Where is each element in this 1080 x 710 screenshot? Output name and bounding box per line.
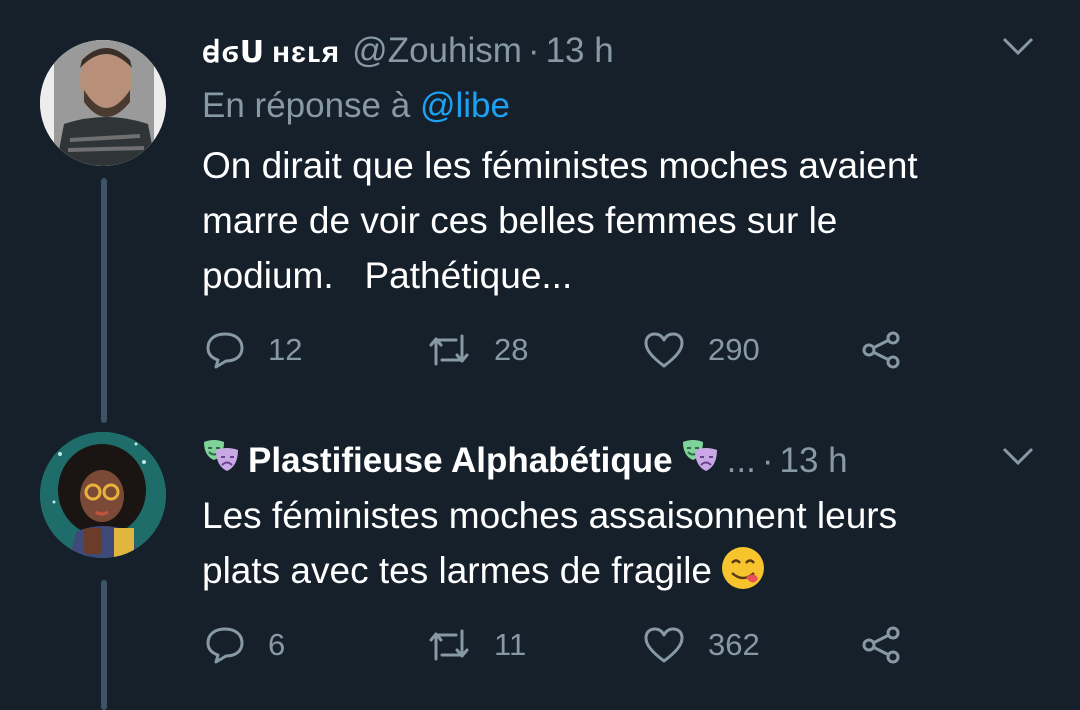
separator: · bbox=[527, 31, 540, 70]
like-count: 362 bbox=[708, 627, 760, 662]
avatar[interactable] bbox=[40, 432, 166, 558]
heart-icon bbox=[644, 627, 684, 663]
display-name[interactable]: Plastifieuse Alphabétique bbox=[248, 441, 673, 481]
avatar-photo bbox=[40, 40, 166, 166]
tweet-1[interactable]: ꟈϭՍ ʜɛʟя @Zouhism · 13 h En réponse à @l… bbox=[0, 0, 1080, 423]
display-name[interactable]: ꟈϭՍ ʜɛʟя bbox=[202, 30, 340, 71]
share-icon bbox=[862, 626, 900, 664]
tweet-2[interactable]: Plastifieuse Alphabétique ... · 13 h Les… bbox=[0, 410, 1080, 710]
tweet-text-content: Les féministes moches assaisonnent leurs… bbox=[202, 495, 898, 591]
avatar-illustration bbox=[40, 432, 166, 558]
chevron-down-icon[interactable] bbox=[1000, 444, 1036, 468]
like-button[interactable]: 362 bbox=[642, 625, 760, 665]
reply-button[interactable]: 12 bbox=[204, 330, 302, 370]
tweet-text: Les féministes moches assaisonnent leurs… bbox=[202, 488, 1042, 598]
retweet-button[interactable]: 11 bbox=[426, 625, 526, 665]
retweet-count: 11 bbox=[494, 627, 527, 662]
tweet-header: Plastifieuse Alphabétique ... · 13 h bbox=[202, 438, 848, 481]
retweet-button[interactable]: 28 bbox=[426, 330, 528, 370]
share-button[interactable] bbox=[860, 625, 904, 665]
share-button[interactable] bbox=[860, 330, 904, 370]
reply-icon bbox=[206, 332, 244, 369]
tweet-actions: 12 28 290 bbox=[204, 330, 924, 370]
tweet-actions: 6 11 362 bbox=[204, 625, 924, 665]
reply-count: 6 bbox=[268, 627, 286, 662]
separator: · bbox=[761, 441, 774, 480]
heart-icon bbox=[644, 332, 684, 368]
reply-mention-link[interactable]: @libe bbox=[420, 86, 510, 125]
thread-line bbox=[101, 580, 107, 710]
retweet-icon bbox=[429, 629, 469, 661]
timestamp[interactable]: 13 h bbox=[546, 31, 614, 71]
handle-truncated[interactable]: ... bbox=[727, 441, 756, 481]
avatar[interactable] bbox=[40, 40, 166, 166]
reply-prefix: En réponse à bbox=[202, 86, 411, 125]
reply-button[interactable]: 6 bbox=[204, 625, 285, 665]
tweet-header: ꟈϭՍ ʜɛʟя @Zouhism · 13 h bbox=[202, 30, 614, 70]
reply-count: 12 bbox=[268, 332, 303, 367]
like-count: 290 bbox=[708, 332, 760, 367]
share-icon bbox=[862, 331, 900, 369]
reply-context: En réponse à @libe bbox=[202, 86, 510, 126]
like-button[interactable]: 290 bbox=[642, 330, 760, 370]
performing-arts-emoji bbox=[204, 440, 238, 471]
tweet-text: On dirait que les féministes moches avai… bbox=[202, 145, 918, 296]
handle[interactable]: @Zouhism bbox=[352, 31, 522, 71]
retweet-count: 28 bbox=[494, 332, 529, 367]
reply-icon bbox=[206, 627, 244, 664]
chevron-down-icon[interactable] bbox=[1000, 34, 1036, 58]
retweet-icon bbox=[429, 334, 469, 366]
thread-line bbox=[101, 178, 107, 423]
timestamp[interactable]: 13 h bbox=[779, 441, 847, 481]
performing-arts-emoji bbox=[682, 440, 717, 471]
face-savoring-food-emoji bbox=[722, 547, 765, 589]
